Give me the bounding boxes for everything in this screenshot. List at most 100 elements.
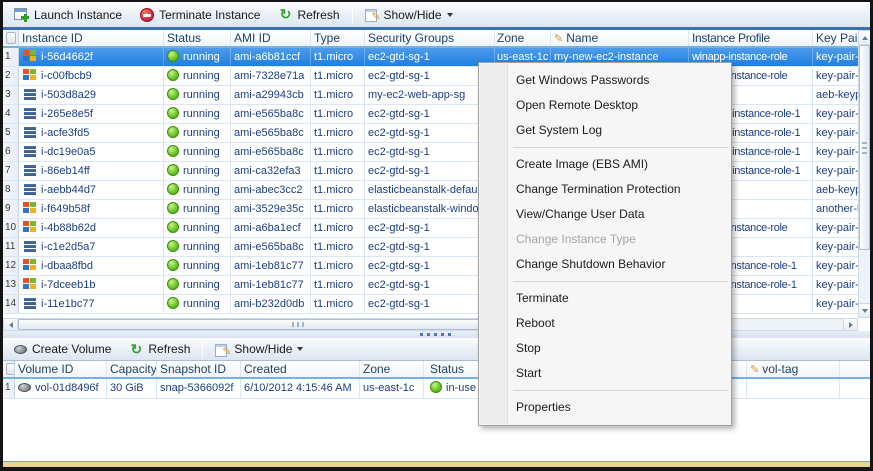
instance-id-cell: i-7dceeb1b [19, 276, 164, 294]
context-menu-item[interactable]: Open Remote Desktop [480, 93, 730, 118]
row-number: 6 [3, 143, 19, 161]
arrow-up-icon [862, 33, 868, 40]
context-menu-item[interactable]: Reboot [480, 311, 730, 336]
security-groups-cell: ec2-gtd-sg-1 [365, 238, 495, 256]
col-header-volume-zone[interactable]: Zone [360, 361, 424, 377]
app-window: Launch Instance Terminate Instance Refre… [0, 0, 873, 471]
col-header-name[interactable]: Name [551, 30, 689, 46]
create-volume-button[interactable]: Create Volume [5, 339, 120, 360]
context-menu-item[interactable]: Create Image (EBS AMI) [480, 152, 730, 177]
col-header-security-groups[interactable]: Security Groups [365, 30, 495, 46]
menu-item-label: Change Shutdown Behavior [516, 257, 665, 271]
context-menu-item [513, 281, 728, 282]
instance-id-cell: i-c00fbcb9 [19, 67, 164, 85]
col-header-zone[interactable]: Zone [495, 30, 551, 46]
col-header-instance-profile[interactable]: Instance Profile [689, 30, 813, 46]
key-pair-cell: key-pair-1 [813, 143, 858, 161]
volumes-show-hide-button[interactable]: Show/Hide [206, 339, 312, 360]
context-menu-item[interactable]: Change Termination Protection [480, 177, 730, 202]
status-cell: running [164, 143, 231, 161]
os-type-icon [23, 202, 37, 214]
col-header-ami-id[interactable]: AMI ID [231, 30, 311, 46]
context-menu-item[interactable]: Get System Log [480, 118, 730, 143]
type-cell: t1.micro [311, 162, 365, 180]
scroll-up-button[interactable] [859, 31, 870, 45]
type-cell: t1.micro [311, 105, 365, 123]
context-menu-item[interactable]: Start [480, 361, 730, 386]
instance-id-cell: i-4b88b62d [19, 219, 164, 237]
running-status-icon [167, 69, 179, 81]
running-status-icon [167, 88, 179, 100]
ami-id-cell: ami-1eb81c77 [231, 257, 311, 275]
col-header-volume-id[interactable]: Volume ID [15, 361, 107, 377]
col-header-created[interactable]: Created [241, 361, 360, 377]
context-menu-item[interactable]: Terminate [480, 286, 730, 311]
volume-row[interactable]: 1 vol-01d8496f 30 GiB snap-5366092f 6/10… [3, 379, 870, 399]
instance-context-menu: Get Windows Passwords Open Remote Deskto… [478, 62, 732, 426]
context-menu-item[interactable]: View/Change User Data [480, 202, 730, 227]
terminate-instance-button[interactable]: Terminate Instance [131, 4, 269, 25]
edit-pencil-icon [554, 30, 563, 46]
instance-id-cell: i-11e1bc77 [19, 295, 164, 313]
instance-id-cell: i-56d4662f [19, 48, 164, 66]
col-header-capacity[interactable]: Capacity [107, 361, 157, 377]
type-cell: t1.micro [311, 86, 365, 104]
select-all-icon [6, 32, 16, 44]
edit-pencil-icon [750, 361, 759, 377]
volumes-show-hide-label: Show/Hide [234, 342, 292, 356]
key-pair-cell: key-pair-1 [813, 257, 858, 275]
row-number: 13 [3, 276, 19, 294]
launch-instance-button[interactable]: Launch Instance [5, 4, 131, 25]
volumes-refresh-button[interactable]: Refresh [120, 339, 199, 360]
col-header-snapshot-id[interactable]: Snapshot ID [157, 361, 241, 377]
menu-item-label: Start [516, 366, 541, 380]
context-menu-item[interactable]: Stop [480, 336, 730, 361]
scroll-left-button[interactable] [4, 319, 18, 330]
create-volume-icon [14, 345, 27, 354]
ami-id-cell: ami-a6b81ccf [231, 48, 311, 66]
ami-id-cell: ami-ca32efa3 [231, 162, 311, 180]
row-number: 3 [3, 86, 19, 104]
instances-toolbar: Launch Instance Terminate Instance Refre… [3, 2, 870, 30]
status-cell: running [164, 105, 231, 123]
running-status-icon [167, 202, 179, 214]
context-menu-item [513, 390, 728, 391]
col-header-type[interactable]: Type [311, 30, 365, 46]
col-header-instance-id[interactable]: Instance ID [19, 30, 164, 46]
volumes-select-all-header[interactable] [3, 361, 15, 377]
instance-id-cell: i-f649b58f [19, 200, 164, 218]
instance-id-cell: i-c1e2d5a7 [19, 238, 164, 256]
vertical-scroll-thumb[interactable] [859, 45, 870, 250]
running-status-icon [167, 164, 179, 176]
vertical-scrollbar[interactable] [858, 30, 870, 318]
refresh-button[interactable]: Refresh [269, 4, 348, 25]
context-menu-item[interactable]: Change Shutdown Behavior [480, 252, 730, 277]
context-menu-item[interactable]: Get Windows Passwords [480, 68, 730, 93]
capacity-cell: 30 GiB [107, 379, 157, 398]
terminate-instance-icon [140, 8, 154, 22]
vertical-scroll-track[interactable] [859, 45, 870, 303]
show-hide-button[interactable]: Show/Hide [356, 4, 462, 25]
status-cell: running [164, 238, 231, 256]
window-content: Launch Instance Terminate Instance Refre… [3, 2, 870, 461]
context-menu-item[interactable]: Properties [480, 395, 730, 420]
instance-id-cell: i-acfe3fd5 [19, 124, 164, 142]
scroll-right-button[interactable] [843, 319, 857, 330]
ami-id-cell: ami-e565ba8c [231, 124, 311, 142]
panel-splitter[interactable] [3, 331, 870, 338]
refresh-icon [278, 7, 292, 22]
row-number: 14 [3, 295, 19, 313]
scroll-down-button[interactable] [859, 303, 870, 317]
security-groups-cell: ec2-gtd-sg-1 [365, 67, 495, 85]
security-groups-cell: my-ec2-web-app-sg [365, 86, 495, 104]
select-all-header[interactable] [3, 30, 19, 46]
os-type-icon [23, 297, 37, 309]
status-cell: running [164, 162, 231, 180]
col-header-key-pair[interactable]: Key Pai [813, 30, 858, 46]
volumes-toolbar: Create Volume Refresh Show/Hide [3, 338, 870, 361]
col-header-status[interactable]: Status [164, 30, 231, 46]
terminate-instance-label: Terminate Instance [159, 8, 260, 22]
col-header-vol-tag[interactable]: vol-tag [747, 361, 840, 377]
security-groups-cell: elasticbeanstalk-windows [365, 200, 495, 218]
toolbar-separator [352, 6, 353, 23]
